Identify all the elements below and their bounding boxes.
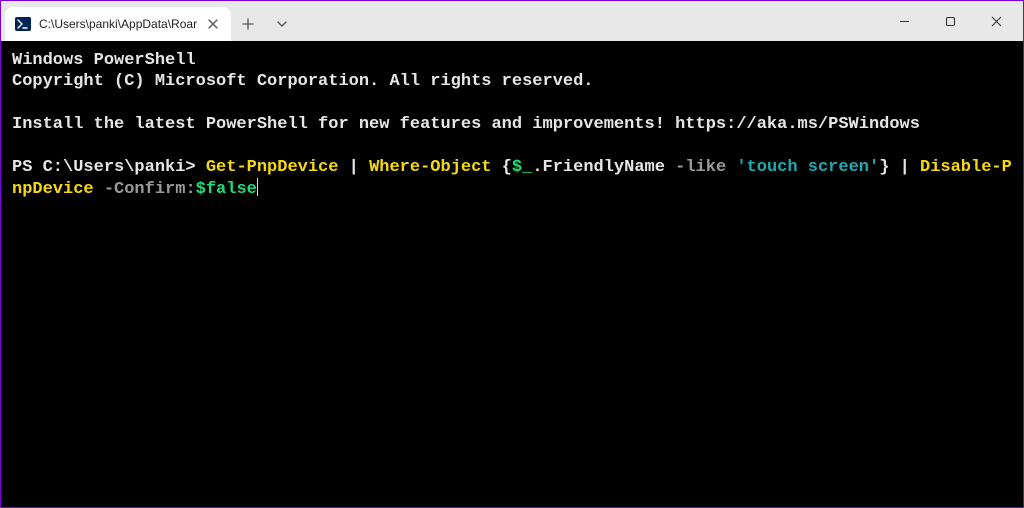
- variable: $false: [196, 180, 257, 199]
- operator: -like: [675, 158, 726, 177]
- new-tab-button[interactable]: [231, 7, 265, 41]
- variable: $_: [512, 158, 532, 177]
- cmdlet: Get-PnpDevice: [206, 158, 339, 177]
- space: [94, 180, 104, 199]
- space: [726, 158, 736, 177]
- close-window-button[interactable]: [973, 6, 1019, 36]
- brace-pipe: } |: [879, 158, 920, 177]
- title-bar: C:\Users\panki\AppData\Roar: [1, 1, 1023, 41]
- terminal-line: Copyright (C) Microsoft Corporation. All…: [12, 72, 594, 91]
- brace: {: [492, 158, 512, 177]
- terminal-line: Install the latest PowerShell for new fe…: [12, 115, 920, 134]
- tab-title: C:\Users\panki\AppData\Roar: [39, 17, 197, 31]
- terminal-line: Windows PowerShell: [12, 51, 196, 70]
- tab-close-button[interactable]: [205, 16, 221, 32]
- text-cursor: [257, 178, 258, 196]
- member: .FriendlyName: [532, 158, 675, 177]
- tab-powershell[interactable]: C:\Users\panki\AppData\Roar: [5, 7, 231, 41]
- string: 'touch screen': [736, 158, 879, 177]
- title-bar-drag-region[interactable]: [299, 1, 881, 41]
- terminal-viewport[interactable]: Windows PowerShell Copyright (C) Microso…: [2, 41, 1022, 506]
- prompt: PS C:\Users\panki>: [12, 158, 206, 177]
- window-controls: [881, 1, 1023, 41]
- tab-strip: C:\Users\panki\AppData\Roar: [1, 1, 299, 41]
- minimize-button[interactable]: [881, 6, 927, 36]
- cmdlet-part: Dis: [920, 158, 951, 177]
- powershell-icon: [15, 16, 31, 32]
- parameter: -Confirm:: [104, 180, 196, 199]
- tab-dropdown-button[interactable]: [265, 7, 299, 41]
- pipe: |: [338, 158, 369, 177]
- cmdlet: Where-Object: [369, 158, 491, 177]
- maximize-button[interactable]: [927, 6, 973, 36]
